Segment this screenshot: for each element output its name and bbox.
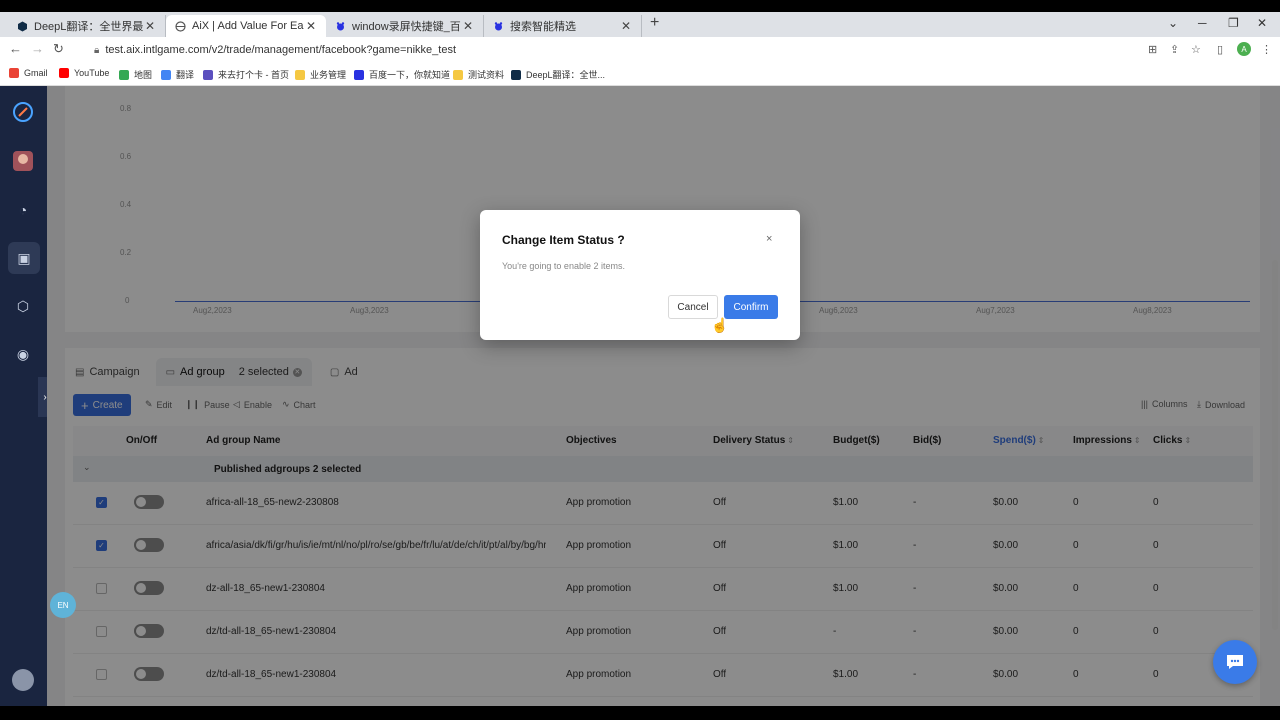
bookmark-maps[interactable]: 地图: [119, 68, 152, 81]
dashboard-icon[interactable]: ◔: [11, 198, 35, 222]
language-switch-icon[interactable]: EN: [50, 592, 76, 618]
cancel-button[interactable]: Cancel: [668, 295, 718, 319]
close-tab-icon[interactable]: ✕: [461, 19, 475, 33]
url-text: test.aix.intlgame.com/v2/trade/managemen…: [105, 44, 456, 56]
url-field[interactable]: 🔒︎ test.aix.intlgame.com/v2/trade/manage…: [80, 40, 1140, 60]
globe-icon: [174, 20, 186, 32]
tab-search-icon[interactable]: ⌄: [1168, 16, 1178, 30]
bookmark-gmail[interactable]: Gmail: [9, 68, 48, 78]
bookmark-folder-business[interactable]: 业务管理: [295, 68, 346, 81]
reload-icon[interactable]: ↻: [53, 41, 64, 57]
wallet-icon[interactable]: ▣: [8, 242, 40, 274]
app-logo-icon[interactable]: [11, 100, 35, 124]
browser-tab-title: window录屏快捷键_百度搜索: [352, 21, 461, 33]
browser-tab-title: 搜索智能精选: [510, 21, 576, 33]
close-tab-icon[interactable]: ✕: [304, 19, 318, 33]
user-avatar[interactable]: [12, 669, 34, 691]
package-icon[interactable]: ⬡: [11, 294, 35, 318]
browser-tab-active[interactable]: AiX | Add Value For Each Lead ✕: [166, 15, 326, 37]
screen-top-border: [0, 0, 1280, 12]
minimize-icon[interactable]: ─: [1198, 16, 1207, 30]
bookmark-label: DeepL翻译：全世...: [526, 70, 606, 80]
bookmark-baidu[interactable]: 百度一下，你就知道: [354, 68, 450, 81]
bookmark-folder-test[interactable]: 测试资料: [453, 68, 504, 81]
browser-tab-title: DeepL翻译：全世界最准确的翻: [34, 21, 143, 33]
browser-tab[interactable]: window录屏快捷键_百度搜索 ✕: [326, 15, 484, 37]
bookmark-label: 业务管理: [310, 70, 347, 80]
bookmark-translate[interactable]: 翻译: [161, 68, 194, 81]
close-icon[interactable]: ×: [766, 233, 772, 245]
deepl-icon: [511, 69, 521, 80]
folder-icon: [295, 69, 305, 80]
modal-overlay[interactable]: [47, 86, 1280, 706]
folder-icon: [453, 69, 463, 80]
restore-icon[interactable]: ❐: [1228, 16, 1239, 30]
close-window-icon[interactable]: ✕: [1257, 16, 1267, 30]
dialog-message: You're going to enable 2 items.: [502, 261, 625, 271]
sidebar: ◔ ▣ ⬡ ◉ ›: [0, 86, 52, 706]
bookmark-checkin[interactable]: 来去打个卡 - 首页: [203, 68, 289, 81]
close-tab-icon[interactable]: ✕: [619, 19, 633, 33]
change-status-dialog: Change Item Status ? × You're going to e…: [480, 210, 800, 340]
bookmark-label: 地图: [134, 70, 153, 80]
profile-avatar[interactable]: A: [1237, 42, 1251, 56]
bookmark-deepl[interactable]: DeepL翻译：全世...: [511, 68, 605, 81]
game-avatar-icon[interactable]: [11, 149, 35, 173]
share-icon[interactable]: ⇪: [1170, 43, 1179, 56]
forward-icon[interactable]: →: [31, 41, 44, 56]
browser-tab-title: AiX | Add Value For Each Lead: [192, 20, 304, 32]
screen-bottom-border: [0, 706, 1280, 720]
back-icon[interactable]: ←: [9, 41, 22, 56]
star-icon[interactable]: ☆: [1191, 43, 1201, 56]
bookmark-label: Gmail: [24, 68, 48, 78]
page-scrollbar[interactable]: [1272, 260, 1278, 630]
address-bar-row: ← → ↻ 🔒︎ test.aix.intlgame.com/v2/trade/…: [0, 37, 1280, 62]
gmail-icon: [9, 68, 19, 78]
bookmark-label: 翻译: [176, 70, 195, 80]
baidu-icon: [354, 69, 364, 80]
browser-tab[interactable]: 搜索智能精选 ✕: [484, 15, 642, 37]
bookmark-label: 来去打个卡 - 首页: [218, 70, 289, 80]
hand-cursor-icon: ☝: [711, 317, 729, 333]
translate-bookmark-icon: [161, 69, 171, 80]
new-tab-icon[interactable]: +: [650, 14, 659, 32]
browser-tab-bar: DeepL翻译：全世界最准确的翻 ✕ AiX | Add Value For E…: [0, 12, 1280, 37]
lock-icon: 🔒︎: [94, 44, 100, 56]
close-tab-icon[interactable]: ✕: [143, 19, 157, 33]
bookmark-label: 百度一下，你就知道: [369, 70, 451, 80]
checkin-icon: [203, 69, 213, 80]
confirm-button[interactable]: Confirm: [724, 295, 778, 319]
bookmark-label: YouTube: [74, 68, 110, 78]
sidepanel-icon[interactable]: ▯: [1217, 43, 1223, 56]
baidu-icon: [492, 20, 504, 32]
deepl-icon: [16, 20, 28, 32]
bookmark-youtube[interactable]: YouTube: [59, 68, 109, 78]
idea-icon[interactable]: ◉: [11, 342, 35, 366]
bookmarks-bar: Gmail YouTube 地图 翻译 来去打个卡 - 首页 业务管理 百度一下…: [0, 62, 1280, 86]
bookmark-label: 测试资料: [468, 70, 505, 80]
dialog-title: Change Item Status ?: [502, 233, 625, 247]
browser-tab[interactable]: DeepL翻译：全世界最准确的翻 ✕: [8, 15, 166, 37]
chat-support-icon[interactable]: [1213, 640, 1257, 684]
youtube-icon: [59, 68, 69, 78]
maps-icon: [119, 69, 129, 80]
translate-icon[interactable]: ⊞: [1148, 43, 1157, 56]
baidu-icon: [334, 20, 346, 32]
menu-icon[interactable]: ⋮: [1261, 43, 1272, 56]
